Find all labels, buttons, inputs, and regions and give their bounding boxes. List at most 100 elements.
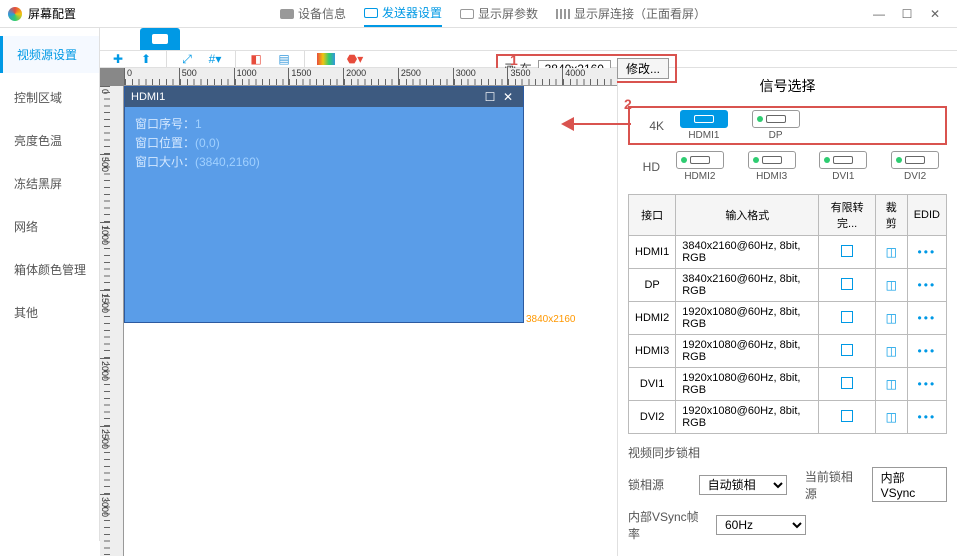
cell-edid[interactable]: ••• xyxy=(907,302,946,335)
current-lock-label: 当前锁相源 xyxy=(805,468,864,502)
cell-edid[interactable]: ••• xyxy=(907,401,946,434)
cell-limited[interactable] xyxy=(819,236,875,269)
add-icon[interactable]: ✚ xyxy=(110,51,126,67)
close-button[interactable]: ✕ xyxy=(921,4,949,24)
lock-src-select[interactable]: 自动锁相 xyxy=(699,475,787,495)
cell-limited[interactable] xyxy=(819,269,875,302)
port-box[interactable] xyxy=(748,151,796,169)
callout-1: 1 xyxy=(510,52,518,68)
port-box[interactable] xyxy=(891,151,939,169)
sidebar-item-brightness[interactable]: 亮度色温 xyxy=(0,122,99,159)
checkbox-icon[interactable] xyxy=(841,344,853,356)
checkbox-icon[interactable] xyxy=(841,245,853,257)
checkbox-icon[interactable] xyxy=(841,311,853,323)
sidebar-item-network[interactable]: 网络 xyxy=(0,208,99,245)
layers-icon[interactable]: ▤ xyxy=(276,51,292,67)
checkbox-icon[interactable] xyxy=(841,377,853,389)
nav-display-connect[interactable]: 显示屏连接（正面看屏） xyxy=(556,1,706,26)
signal-slot-hdmi1[interactable]: HDMI1 xyxy=(672,110,736,141)
color-bars-icon[interactable] xyxy=(317,53,335,65)
table-row: HDMI13840x2160@60Hz, 8bit, RGB◫••• xyxy=(629,236,947,269)
cell-crop[interactable]: ◫ xyxy=(875,236,907,269)
nav-display-params[interactable]: 显示屏参数 xyxy=(460,1,538,26)
checkbox-icon[interactable] xyxy=(841,410,853,422)
canvas-window[interactable]: HDMI1 ☐ ✕ 窗口序号：1 窗口位置：(0,0) 窗口大小：(3840,2… xyxy=(124,86,524,323)
window-close-icon[interactable]: ✕ xyxy=(499,90,517,104)
cell-crop[interactable]: ◫ xyxy=(875,302,907,335)
sidebar-item-control-area[interactable]: 控制区域 xyxy=(0,79,99,116)
win-size-value: (3840,2160) xyxy=(195,155,260,169)
table-row: DVI21920x1080@60Hz, 8bit, RGB◫••• xyxy=(629,401,947,434)
signal-slot-dvi1[interactable]: DVI1 xyxy=(812,151,876,182)
signal-slot-hdmi2[interactable]: HDMI2 xyxy=(668,151,732,182)
cell-limited[interactable] xyxy=(819,302,875,335)
window-maximize-icon[interactable]: ☐ xyxy=(481,90,499,104)
port-box[interactable] xyxy=(676,151,724,169)
ruler-tick: 500 xyxy=(100,154,110,222)
cell-crop[interactable]: ◫ xyxy=(875,368,907,401)
cell-crop[interactable]: ◫ xyxy=(875,401,907,434)
cell-limited[interactable] xyxy=(819,335,875,368)
grid-icon[interactable]: #▾ xyxy=(207,51,223,67)
crop-icon[interactable]: ◫ xyxy=(886,344,897,358)
sidebar-item-video-source[interactable]: 视频源设置 xyxy=(0,36,99,73)
edid-icon[interactable]: ••• xyxy=(918,410,937,424)
modify-button[interactable]: 修改... xyxy=(617,58,669,79)
signal-slot-hdmi3[interactable]: HDMI3 xyxy=(740,151,804,182)
row-hd-label: HD xyxy=(628,160,660,174)
edid-icon[interactable]: ••• xyxy=(918,344,937,358)
dvi-icon xyxy=(833,156,853,164)
callout-2: 2 xyxy=(624,96,632,112)
maximize-button[interactable]: ☐ xyxy=(893,4,921,24)
checkbox-icon[interactable] xyxy=(841,278,853,290)
tag-icon[interactable]: ⬣▾ xyxy=(347,51,363,67)
dp-icon xyxy=(766,115,786,123)
fit-icon[interactable]: ⤢ xyxy=(179,51,195,67)
edid-icon[interactable]: ••• xyxy=(918,278,937,292)
edid-icon[interactable]: ••• xyxy=(918,377,937,391)
cell-limited[interactable] xyxy=(819,401,875,434)
nav-device-info[interactable]: 设备信息 xyxy=(280,1,346,26)
canvas-body[interactable]: HDMI1 ☐ ✕ 窗口序号：1 窗口位置：(0,0) 窗口大小：(3840,2… xyxy=(124,86,617,556)
nav-label: 发送器设置 xyxy=(382,4,442,21)
cell-crop[interactable]: ◫ xyxy=(875,269,907,302)
cell-edid[interactable]: ••• xyxy=(907,368,946,401)
cell-format: 3840x2160@60Hz, 8bit, RGB xyxy=(676,269,819,302)
cell-crop[interactable]: ◫ xyxy=(875,335,907,368)
signal-slot-dvi2[interactable]: DVI2 xyxy=(883,151,947,182)
edid-icon[interactable]: ••• xyxy=(918,245,937,259)
canvas-area[interactable]: 0 500 1000 1500 2000 2500 3000 3500 4000… xyxy=(100,68,617,556)
export-icon[interactable]: ⬆ xyxy=(138,51,154,67)
port-box[interactable] xyxy=(752,110,800,128)
crop-icon[interactable]: ◫ xyxy=(886,377,897,391)
nav-sender-settings[interactable]: 发送器设置 xyxy=(364,0,442,27)
app-logo-icon xyxy=(8,7,22,21)
cell-edid[interactable]: ••• xyxy=(907,335,946,368)
sidebar-item-color-mgmt[interactable]: 箱体颜色管理 xyxy=(0,251,99,288)
tab-active[interactable] xyxy=(140,28,180,50)
vsync-rate-select[interactable]: 60Hz xyxy=(716,515,806,535)
port-box[interactable] xyxy=(819,151,867,169)
window-titlebar[interactable]: HDMI1 ☐ ✕ xyxy=(125,87,523,107)
port-box[interactable] xyxy=(680,110,728,128)
cell-edid[interactable]: ••• xyxy=(907,236,946,269)
edid-icon[interactable]: ••• xyxy=(918,311,937,325)
cell-limited[interactable] xyxy=(819,368,875,401)
minimize-button[interactable]: — xyxy=(865,4,893,24)
sidebar-item-freeze[interactable]: 冻结黑屏 xyxy=(0,165,99,202)
vsync-rate-label: 内部VSync帧率 xyxy=(628,508,708,542)
slot-name: HDMI2 xyxy=(684,171,715,182)
crop-icon[interactable]: ◫ xyxy=(886,245,897,259)
ruler-horizontal: 0 500 1000 1500 2000 2500 3000 3500 4000 xyxy=(124,68,617,86)
cell-edid[interactable]: ••• xyxy=(907,269,946,302)
app-title: 屏幕配置 xyxy=(28,5,76,22)
signal-slot-dp[interactable]: DP xyxy=(744,110,808,141)
ruler-tick: 4000 xyxy=(562,68,617,85)
cell-port: HDMI3 xyxy=(629,335,676,368)
sidebar-item-other[interactable]: 其他 xyxy=(0,294,99,331)
palette-icon[interactable]: ◧ xyxy=(248,51,264,67)
ruler-tick: 1000 xyxy=(234,68,289,85)
crop-icon[interactable]: ◫ xyxy=(886,410,897,424)
crop-icon[interactable]: ◫ xyxy=(886,311,897,325)
crop-icon[interactable]: ◫ xyxy=(886,278,897,292)
